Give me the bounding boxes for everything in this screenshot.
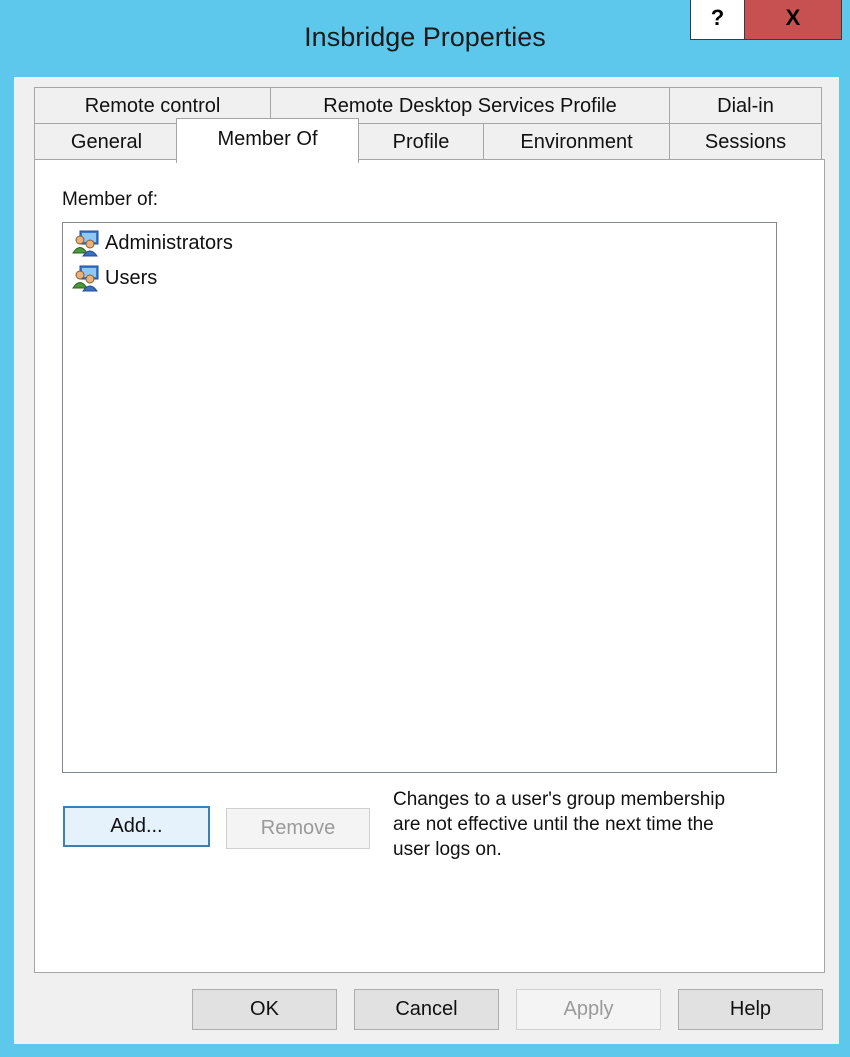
close-button[interactable]: X [745,0,842,40]
list-item[interactable]: Administrators [71,228,233,258]
group-icon [71,264,101,292]
tab-sessions[interactable]: Sessions [669,123,822,160]
help-button[interactable]: Help [678,989,823,1030]
note-line: are not effective until the next time th… [393,814,714,835]
add-button[interactable]: Add... [63,806,210,847]
help-question-button[interactable]: ? [690,0,745,40]
remove-button[interactable]: Remove [226,808,370,849]
note-line: user logs on. [393,839,502,860]
group-name: Users [105,266,158,289]
tab-general[interactable]: General [34,123,179,160]
membership-note: Changes to a user's group membership are… [393,787,793,862]
note-line: Changes to a user's group membership [393,789,726,810]
tab-member-of[interactable]: Member Of [176,118,359,163]
properties-dialog: Insbridge Properties ? X Remote control … [0,0,850,1057]
list-item[interactable]: Users [71,263,157,293]
tab-environment[interactable]: Environment [483,123,670,160]
cancel-button[interactable]: Cancel [354,989,499,1030]
group-icon [71,229,101,257]
member-of-listbox[interactable]: Administrators Users [62,222,777,773]
tab-profile[interactable]: Profile [357,123,485,160]
group-name: Administrators [105,231,233,254]
member-of-label: Member of: [62,189,159,210]
apply-button[interactable]: Apply [516,989,661,1030]
title-bar[interactable]: Insbridge Properties ? X [0,0,850,80]
ok-button[interactable]: OK [192,989,337,1030]
tab-dial-in[interactable]: Dial-in [669,87,822,124]
